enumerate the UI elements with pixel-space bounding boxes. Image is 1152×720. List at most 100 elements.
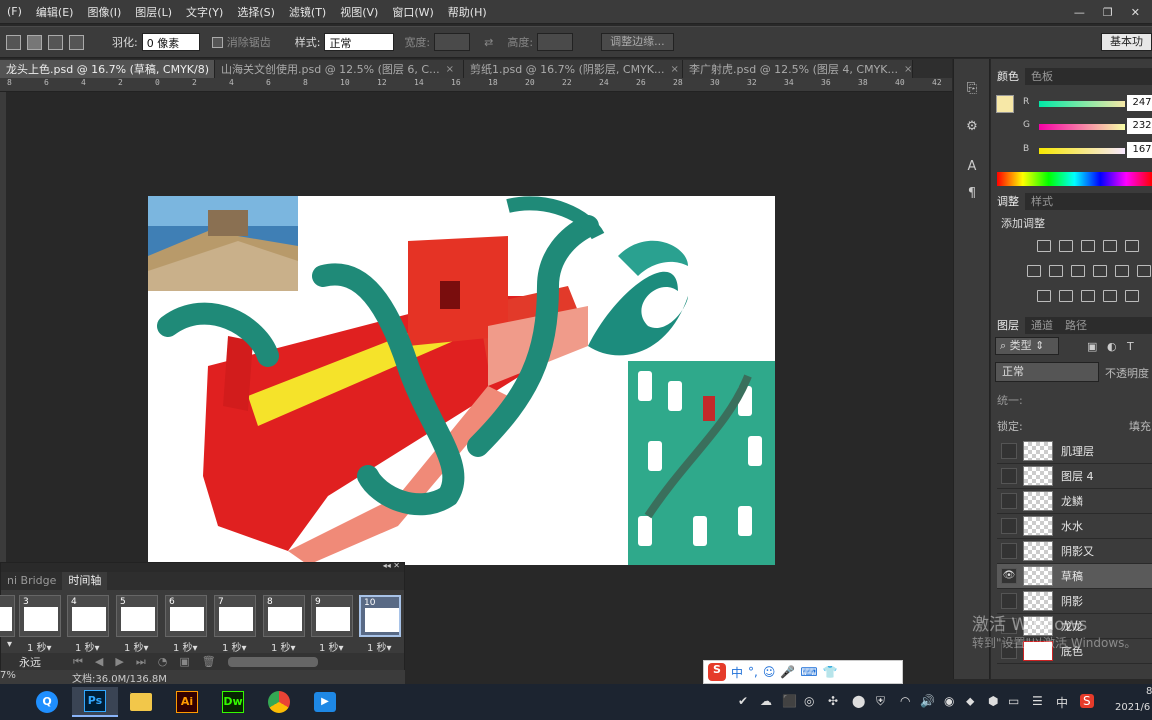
- blend-mode-select[interactable]: 正常: [995, 362, 1099, 382]
- workspace-button[interactable]: 基本功: [1101, 33, 1152, 51]
- new-selection-icon[interactable]: [6, 34, 21, 50]
- taskbar-chrome[interactable]: ●: [256, 687, 302, 717]
- character-icon[interactable]: A: [962, 159, 982, 177]
- filter-pixel-icon[interactable]: ▣: [1087, 340, 1097, 353]
- tray-icon[interactable]: ⬥: [966, 694, 974, 709]
- subtract-selection-icon[interactable]: [48, 34, 63, 50]
- taskbar-dreamweaver[interactable]: Dw: [210, 687, 256, 717]
- tab-adjustments[interactable]: 调整: [991, 193, 1025, 210]
- vibrance-icon[interactable]: [1125, 240, 1139, 252]
- clock-date[interactable]: 2021/6: [1115, 702, 1150, 713]
- threshold-icon[interactable]: [1081, 290, 1095, 302]
- timeline-frame[interactable]: 61 秒▾: [165, 595, 207, 655]
- height-input[interactable]: [537, 33, 574, 51]
- close-button[interactable]: ✕: [1131, 6, 1140, 19]
- hue-saturation-icon[interactable]: [1027, 265, 1041, 277]
- tray-icon[interactable]: ⬢: [988, 694, 998, 708]
- levels-icon[interactable]: [1059, 240, 1073, 252]
- black-white-icon[interactable]: [1071, 265, 1085, 277]
- layer-row[interactable]: 龙鳞: [997, 489, 1152, 514]
- tray-icon[interactable]: ◉: [944, 694, 954, 708]
- g-slider[interactable]: G 232: [1023, 118, 1152, 134]
- feather-input[interactable]: 0 像素: [141, 33, 200, 51]
- tray-icon[interactable]: ✔: [738, 694, 748, 708]
- color-spectrum-bar[interactable]: [997, 172, 1152, 186]
- tab-timeline[interactable]: 时间轴: [62, 572, 108, 590]
- timeline-frame-selected[interactable]: 10 1 秒▾: [359, 595, 401, 655]
- menu-filter[interactable]: 滤镜(T): [282, 4, 333, 20]
- menu-view[interactable]: 视图(V): [333, 4, 385, 20]
- tab-swatches[interactable]: 色板: [1025, 68, 1059, 85]
- menu-window[interactable]: 窗口(W): [385, 4, 440, 20]
- sogou-tray-icon[interactable]: S: [1080, 694, 1094, 708]
- timeline-frame[interactable]: 71 秒▾: [214, 595, 256, 655]
- visibility-toggle[interactable]: [1001, 593, 1017, 609]
- photo-filter-icon[interactable]: [1093, 265, 1107, 277]
- restore-button[interactable]: ❐: [1103, 6, 1113, 19]
- loop-select[interactable]: 永远: [19, 654, 61, 670]
- exposure-icon[interactable]: [1103, 240, 1117, 252]
- timeline-frame[interactable]: 31 秒▾: [19, 595, 61, 655]
- tray-icon[interactable]: ✣: [828, 694, 838, 708]
- layer-filter-select[interactable]: ⌕ 类型 ⇕: [995, 337, 1059, 355]
- speaker-icon[interactable]: 🔊: [920, 694, 935, 708]
- play-icon[interactable]: ▶: [115, 655, 123, 668]
- panel-collapse-close[interactable]: ◂◂ ✕: [383, 561, 400, 570]
- tray-icon[interactable]: ▭: [1008, 694, 1019, 708]
- taskbar-video-app[interactable]: ▶: [302, 687, 348, 717]
- invert-icon[interactable]: [1037, 290, 1051, 302]
- menu-layer[interactable]: 图层(L): [128, 4, 179, 20]
- duplicate-frame-icon[interactable]: ▣: [179, 655, 189, 668]
- tab-paths[interactable]: 路径: [1059, 317, 1093, 334]
- filter-adjust-icon[interactable]: ◐: [1107, 340, 1117, 353]
- taskbar-illustrator[interactable]: Ai: [164, 687, 210, 717]
- punctuation-icon[interactable]: °,: [748, 665, 758, 679]
- taskbar-browser[interactable]: Q: [24, 687, 70, 717]
- timeline-frame[interactable]: 91 秒▾: [311, 595, 353, 655]
- taskbar-explorer[interactable]: ▬: [118, 687, 164, 717]
- tab-document-1[interactable]: 龙头上色.psd @ 16.7% (草稿, CMYK/8)×: [0, 60, 223, 78]
- layer-row-selected[interactable]: 👁 草稿: [997, 564, 1152, 589]
- layer-row[interactable]: 水水: [997, 514, 1152, 539]
- posterize-icon[interactable]: [1059, 290, 1073, 302]
- tab-styles[interactable]: 样式: [1025, 193, 1059, 210]
- timeline-frame[interactable]: 41 秒▾: [67, 595, 109, 655]
- tray-icon[interactable]: ⛨: [876, 694, 885, 709]
- r-slider[interactable]: R 247: [1023, 95, 1152, 111]
- sogou-logo-icon[interactable]: S: [708, 663, 726, 681]
- keyboard-icon[interactable]: ⌨: [800, 665, 817, 679]
- tray-icon[interactable]: ☁: [760, 694, 772, 708]
- first-frame-icon[interactable]: ⏮: [73, 655, 83, 669]
- visibility-toggle[interactable]: [1001, 443, 1017, 459]
- filter-type-icon[interactable]: T: [1127, 340, 1134, 353]
- ime-indicator[interactable]: 中: [1056, 694, 1068, 711]
- selective-color-icon[interactable]: [1125, 290, 1139, 302]
- tab-document-4[interactable]: 李广射虎.psd @ 12.5% (图层 4, CMYK... ×: [683, 60, 913, 78]
- antialias-checkbox[interactable]: [211, 36, 223, 48]
- ime-mode[interactable]: 中: [731, 664, 743, 681]
- voice-icon[interactable]: 🎤: [780, 665, 795, 679]
- tray-icon[interactable]: ◎: [804, 694, 814, 708]
- eye-icon[interactable]: 👁: [1001, 568, 1017, 584]
- action-center-icon[interactable]: ☰: [1032, 694, 1043, 708]
- tab-document-2[interactable]: 山海关文创使用.psd @ 12.5% (图层 6, C... ×: [215, 60, 464, 78]
- tray-icon[interactable]: ⬤: [852, 694, 865, 708]
- history-icon[interactable]: ⎘: [962, 81, 982, 99]
- close-icon[interactable]: ×: [904, 64, 912, 75]
- curves-icon[interactable]: [1081, 240, 1095, 252]
- tab-document-3[interactable]: 剪纸1.psd @ 16.7% (阴影层, CMYK... ×: [464, 60, 683, 78]
- refine-edge-button[interactable]: 调整边缘...: [601, 33, 674, 51]
- skin-icon[interactable]: 👕: [823, 665, 838, 679]
- delete-frame-icon[interactable]: 🗑: [202, 655, 216, 668]
- emoji-icon[interactable]: ☺: [763, 665, 776, 679]
- layer-row[interactable]: 肌理层: [997, 439, 1152, 464]
- tab-layers[interactable]: 图层: [991, 317, 1025, 334]
- clock-time[interactable]: 8: [1146, 686, 1152, 697]
- brightness-icon[interactable]: [1037, 240, 1051, 252]
- color-lookup-icon[interactable]: [1137, 265, 1151, 277]
- r-value[interactable]: 247: [1127, 95, 1152, 111]
- taskbar-photoshop[interactable]: Ps: [72, 687, 118, 717]
- timeline-frame[interactable]: ▾: [0, 595, 15, 655]
- color-balance-icon[interactable]: [1049, 265, 1063, 277]
- menu-file[interactable]: (F): [0, 5, 29, 18]
